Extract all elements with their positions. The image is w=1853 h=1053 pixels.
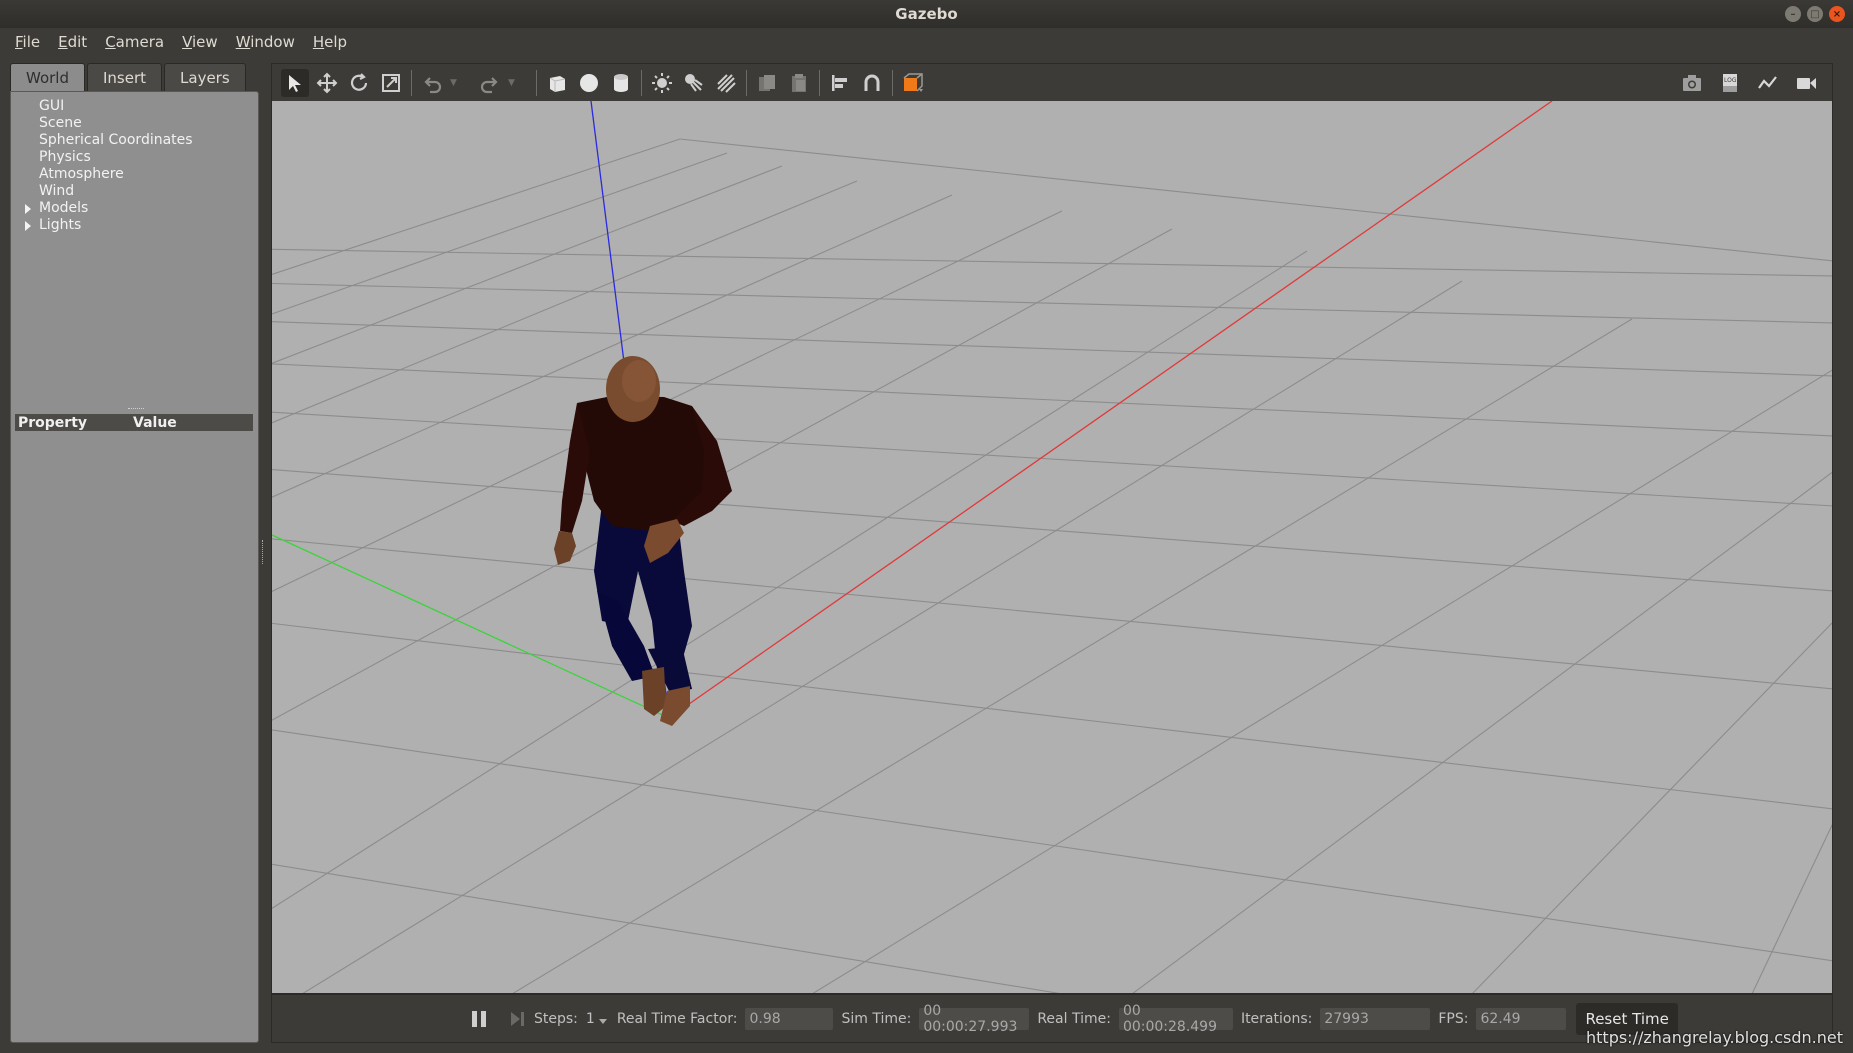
box-icon[interactable] [543,69,571,97]
splitter-handle[interactable] [128,408,144,411]
minimize-icon[interactable]: – [1785,6,1801,22]
step-forward-icon[interactable] [508,1010,526,1028]
tab-world[interactable]: World [10,63,85,91]
main-toolbar: ▼ ▼ LOG [271,63,1833,101]
pause-icon[interactable] [472,1010,490,1028]
tree-item-spherical-coordinates[interactable]: Spherical Coordinates [21,132,193,149]
cylinder-icon[interactable] [607,69,635,97]
undo-icon[interactable] [418,69,446,97]
watermark: https://zhangrelay.blog.csdn.net [1586,1028,1843,1047]
toolbar-separator [819,69,820,96]
toolbar-separator [411,69,412,96]
tab-insert[interactable]: Insert [87,63,163,91]
menu-camera[interactable]: Camera [96,33,173,51]
snap-icon[interactable] [858,69,886,97]
property-table-header: Property Value [15,414,253,431]
undo-history-arrow-icon[interactable]: ▼ [450,78,462,88]
spot-light-icon[interactable] [680,69,708,97]
copy-icon[interactable] [753,69,781,97]
menu-file[interactable]: File [6,33,49,51]
toolbar-separator [746,69,747,96]
redo-icon[interactable] [476,69,504,97]
real-time-factor-label: Real Time Factor: [616,1010,738,1027]
gazebo-window: Gazebo – □ × File Edit Camera View Windo… [0,0,1853,1053]
tree-item-wind[interactable]: Wind [21,183,193,200]
rotate-icon[interactable] [345,69,373,97]
real-time-label: Real Time: [1037,1010,1111,1027]
fps-value: 62.49 [1476,1007,1567,1030]
menu-edit[interactable]: Edit [49,33,96,51]
steps-label: Steps: [534,1010,578,1027]
toolbar-separator [641,69,642,96]
tab-layers[interactable]: Layers [164,63,246,91]
tree-item-gui[interactable]: GUI [21,98,193,115]
translate-icon[interactable] [313,69,341,97]
steps-spinbox[interactable]: 1 [586,1011,607,1027]
sphere-icon[interactable] [575,69,603,97]
menu-window[interactable]: Window [227,33,304,51]
property-column-header: Property [18,414,88,431]
world-panel: GUI Scene Spherical Coordinates Physics … [10,91,259,1043]
redo-history-arrow-icon[interactable]: ▼ [508,78,520,88]
iterations-value: 27993 [1320,1007,1431,1030]
world-tree: GUI Scene Spherical Coordinates Physics … [21,98,193,234]
tree-item-scene[interactable]: Scene [21,115,193,132]
svg-text:LOG: LOG [1724,77,1737,84]
expand-arrow-icon[interactable] [25,204,31,214]
expand-arrow-icon[interactable] [25,221,31,231]
maximize-icon[interactable]: □ [1807,6,1823,22]
align-icon[interactable] [826,69,854,97]
tree-item-models[interactable]: Models [21,200,193,217]
window-controls: – □ × [1785,6,1845,22]
left-panel-tabs: World Insert Layers [10,63,246,91]
scale-icon[interactable] [377,69,405,97]
menu-bar: File Edit Camera View Window Help [0,28,1853,56]
sim-time-value: 00 00:00:27.993 [919,1003,1030,1035]
iterations-label: Iterations: [1240,1010,1313,1027]
directional-light-icon[interactable] [712,69,740,97]
toolbar-separator [536,69,537,96]
toolbar-separator [892,69,893,96]
sim-time-label: Sim Time: [841,1010,912,1027]
select-icon[interactable] [281,68,309,97]
tree-item-lights[interactable]: Lights [21,217,193,234]
point-light-icon[interactable] [648,69,676,97]
panel-resize-handle[interactable] [262,540,266,564]
window-title: Gazebo [895,5,958,23]
menu-view[interactable]: View [173,33,227,51]
fps-label: FPS: [1438,1010,1469,1027]
toolbar-right-group: LOG [1678,69,1824,97]
screenshot-icon[interactable] [1678,69,1706,97]
real-time-factor-value: 0.98 [745,1007,834,1030]
real-time-value: 00 00:00:28.499 [1118,1003,1233,1035]
view-angle-icon[interactable] [899,69,927,97]
menu-help[interactable]: Help [304,33,356,51]
tree-item-physics[interactable]: Physics [21,149,193,166]
record-video-icon[interactable] [1792,69,1820,97]
plot-icon[interactable] [1754,69,1782,97]
value-column-header: Value [133,414,177,431]
paste-icon[interactable] [785,69,813,97]
scene-canvas[interactable] [272,101,1833,994]
3d-viewport[interactable] [271,101,1833,994]
title-bar: Gazebo – □ × [0,0,1853,28]
close-icon[interactable]: × [1829,6,1845,22]
tree-item-atmosphere[interactable]: Atmosphere [21,166,193,183]
log-icon[interactable]: LOG [1716,69,1744,97]
